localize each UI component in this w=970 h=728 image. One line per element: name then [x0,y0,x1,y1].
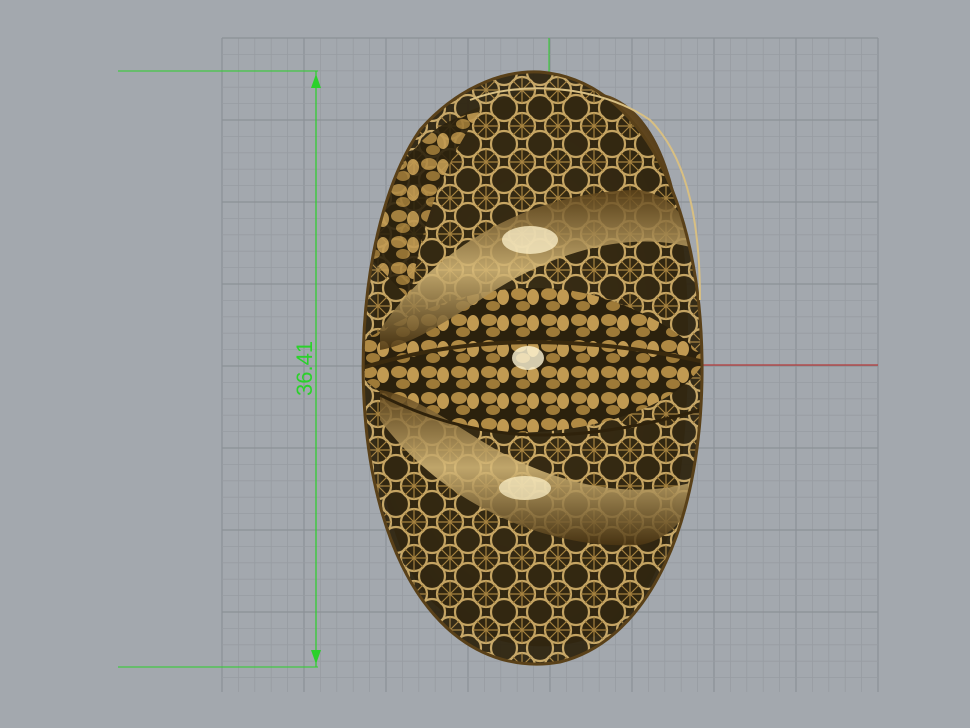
highlight-center [512,346,544,370]
dimension-arrow-bottom [311,650,321,664]
viewport-canvas[interactable] [0,0,970,728]
dimension-value-label: 36.41 [292,340,317,396]
filigree-ring-model[interactable] [361,70,705,666]
rhino-viewport[interactable]: 36.41 [0,0,970,728]
dimension-arrow-top [311,74,321,88]
highlight-upper [502,226,558,254]
vertical-dimension[interactable] [118,70,321,668]
highlight-lower [499,476,551,500]
